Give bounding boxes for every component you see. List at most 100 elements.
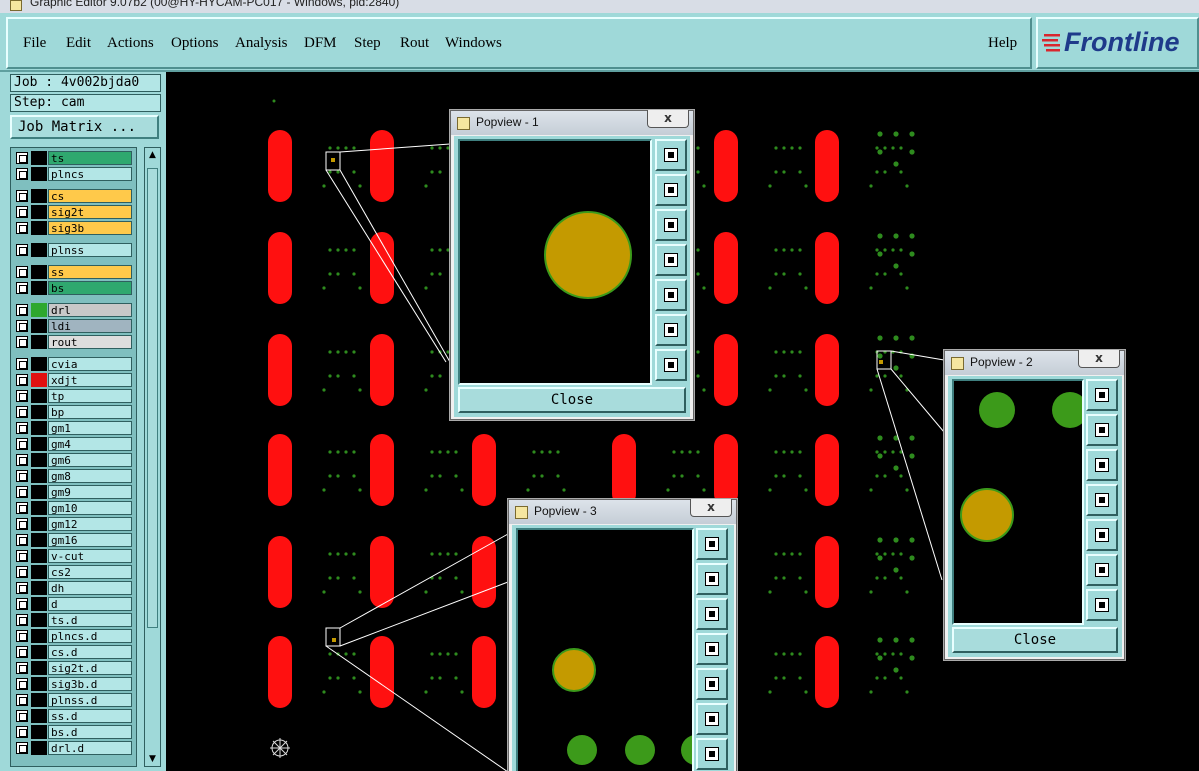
layer-name[interactable]: v-cut	[48, 549, 132, 563]
pan-down-icon[interactable]	[696, 598, 728, 630]
layer-row-cs[interactable]: cs	[14, 189, 132, 203]
layer-checkbox[interactable]	[16, 678, 28, 690]
layer-color-swatch[interactable]	[31, 517, 47, 531]
layer-name[interactable]: sig2t	[48, 205, 132, 219]
layer-color-swatch[interactable]	[31, 303, 47, 317]
layer-color-swatch[interactable]	[31, 693, 47, 707]
pan-up-icon[interactable]	[696, 563, 728, 595]
layer-row-plnss-d[interactable]: plnss.d	[14, 693, 132, 707]
layer-name[interactable]: cs	[48, 189, 132, 203]
layer-row-ldi[interactable]: ldi	[14, 319, 132, 333]
zoom-in-icon[interactable]	[1086, 589, 1118, 621]
layer-row-ts[interactable]: ts	[14, 151, 132, 165]
layer-color-swatch[interactable]	[31, 581, 47, 595]
layer-row-sig2t-d[interactable]: sig2t.d	[14, 661, 132, 675]
scroll-up-icon[interactable]: ▲	[146, 149, 159, 161]
layer-checkbox[interactable]	[16, 282, 28, 294]
layer-checkbox[interactable]	[16, 168, 28, 180]
layer-checkbox[interactable]	[16, 470, 28, 482]
layer-name[interactable]: ts.d	[48, 613, 132, 627]
layer-color-swatch[interactable]	[31, 501, 47, 515]
layer-color-swatch[interactable]	[31, 709, 47, 723]
layer-name[interactable]: sig3b.d	[48, 677, 132, 691]
menu-options[interactable]: Options	[171, 35, 219, 52]
zoom-in-icon[interactable]	[655, 349, 687, 381]
pan-right-icon[interactable]	[1086, 519, 1118, 551]
zoom-out-icon[interactable]	[696, 703, 728, 735]
layer-row-tp[interactable]: tp	[14, 389, 132, 403]
layer-row-drl[interactable]: drl	[14, 303, 132, 317]
layer-row-ss-d[interactable]: ss.d	[14, 709, 132, 723]
layer-row-gm1[interactable]: gm1	[14, 421, 132, 435]
layer-name[interactable]: tp	[48, 389, 132, 403]
layer-checkbox[interactable]	[16, 320, 28, 332]
layer-color-swatch[interactable]	[31, 335, 47, 349]
layer-row-v-cut[interactable]: v-cut	[14, 549, 132, 563]
layer-name[interactable]: plnss	[48, 243, 132, 257]
layer-row-plncs[interactable]: plncs	[14, 167, 132, 181]
layer-row-sig3b[interactable]: sig3b	[14, 221, 132, 235]
layer-checkbox[interactable]	[16, 662, 28, 674]
menu-actions[interactable]: Actions	[107, 35, 154, 52]
layer-row-plnss[interactable]: plnss	[14, 243, 132, 257]
layer-checkbox[interactable]	[16, 710, 28, 722]
popview-3-viewport[interactable]	[516, 528, 694, 771]
pan-right-icon[interactable]	[696, 668, 728, 700]
layer-color-swatch[interactable]	[31, 243, 47, 257]
layer-color-swatch[interactable]	[31, 405, 47, 419]
layer-row-gm10[interactable]: gm10	[14, 501, 132, 515]
layer-checkbox[interactable]	[16, 266, 28, 278]
pan-left-icon[interactable]	[1086, 484, 1118, 516]
layer-name[interactable]: drl	[48, 303, 132, 317]
menu-edit[interactable]: Edit	[66, 35, 91, 52]
layer-name[interactable]: bp	[48, 405, 132, 419]
layer-color-swatch[interactable]	[31, 357, 47, 371]
layer-color-swatch[interactable]	[31, 265, 47, 279]
layer-name[interactable]: sig2t.d	[48, 661, 132, 675]
layer-checkbox[interactable]	[16, 502, 28, 514]
layer-color-swatch[interactable]	[31, 613, 47, 627]
menu-windows[interactable]: Windows	[445, 35, 502, 52]
layer-row-cs-d[interactable]: cs.d	[14, 645, 132, 659]
pan-down-icon[interactable]	[655, 209, 687, 241]
layer-row-cvia[interactable]: cvia	[14, 357, 132, 371]
layer-color-swatch[interactable]	[31, 549, 47, 563]
popview-1-titlebar[interactable]: Popview - 1 x	[451, 110, 693, 135]
layer-color-swatch[interactable]	[31, 469, 47, 483]
menu-rout[interactable]: Rout	[400, 35, 429, 52]
layer-checkbox[interactable]	[16, 646, 28, 658]
layer-name[interactable]: gm10	[48, 501, 132, 515]
layer-row-plncs-d[interactable]: plncs.d	[14, 629, 132, 643]
layer-name[interactable]: ss	[48, 265, 132, 279]
layer-color-swatch[interactable]	[31, 645, 47, 659]
pan-left-icon[interactable]	[696, 633, 728, 665]
layer-color-swatch[interactable]	[31, 373, 47, 387]
layer-checkbox[interactable]	[16, 630, 28, 642]
layer-checkbox[interactable]	[16, 336, 28, 348]
layer-row-sig3b-d[interactable]: sig3b.d	[14, 677, 132, 691]
popview-2-close-button[interactable]: Close	[952, 627, 1118, 653]
layer-row-drl-d[interactable]: drl.d	[14, 741, 132, 755]
layer-color-swatch[interactable]	[31, 741, 47, 755]
layer-row-gm6[interactable]: gm6	[14, 453, 132, 467]
layer-checkbox[interactable]	[16, 726, 28, 738]
pan-up-icon[interactable]	[655, 174, 687, 206]
layer-checkbox[interactable]	[16, 486, 28, 498]
layer-name[interactable]: sig3b	[48, 221, 132, 235]
layer-checkbox[interactable]	[16, 742, 28, 754]
layer-checkbox[interactable]	[16, 694, 28, 706]
zoom-in-icon[interactable]	[696, 738, 728, 770]
layer-checkbox[interactable]	[16, 422, 28, 434]
layer-name[interactable]: plnss.d	[48, 693, 132, 707]
layer-checkbox[interactable]	[16, 244, 28, 256]
layer-checkbox[interactable]	[16, 390, 28, 402]
layer-row-gm12[interactable]: gm12	[14, 517, 132, 531]
menu-analysis[interactable]: Analysis	[235, 35, 288, 52]
layer-row-rout[interactable]: rout	[14, 335, 132, 349]
layer-color-swatch[interactable]	[31, 565, 47, 579]
layer-row-sig2t[interactable]: sig2t	[14, 205, 132, 219]
layer-checkbox[interactable]	[16, 358, 28, 370]
layer-checkbox[interactable]	[16, 598, 28, 610]
layer-name[interactable]: dh	[48, 581, 132, 595]
layer-name[interactable]: plncs.d	[48, 629, 132, 643]
